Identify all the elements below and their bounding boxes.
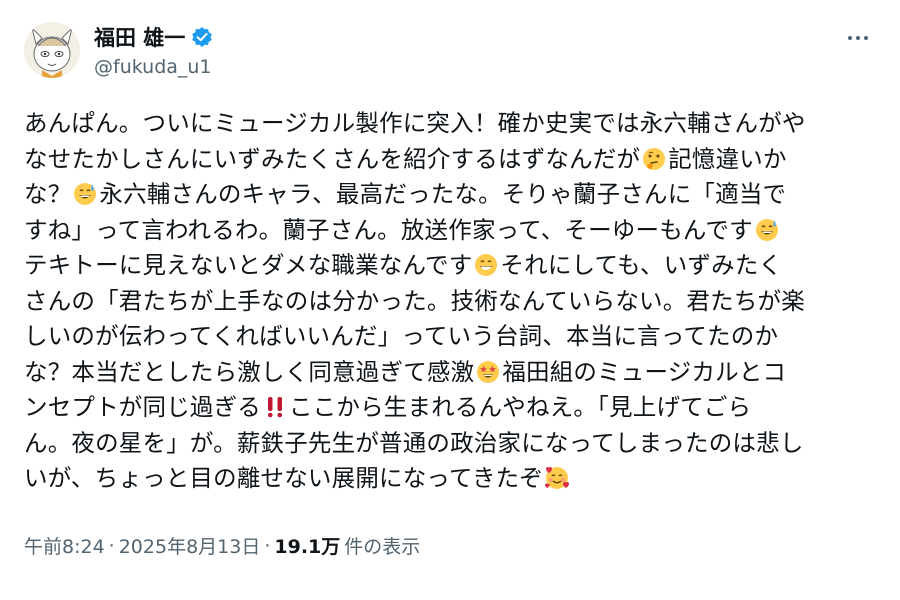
tweet-text-segment: 永六輔さんのキャラ、最高だったな。そりゃ蘭子さんに「適当で	[99, 180, 787, 208]
avatar[interactable]	[24, 22, 80, 78]
author-handle[interactable]: @fukuda_u1	[94, 56, 212, 78]
tweet-card: 福田 雄一 @fukuda_u1 あんぱん。ついにミュージカル製作に突入！確か史…	[0, 0, 900, 600]
tweet-time[interactable]: 午前8:24	[24, 532, 105, 559]
more-dot	[856, 36, 860, 40]
author-display-name[interactable]: 福田 雄一	[94, 22, 185, 52]
tweet-text-line: さんの「君たちが上手なのは分かった。技術なんていらない。君たちが楽	[24, 284, 884, 320]
meta-separator: ·	[108, 534, 115, 557]
tweet-text-segment: 福田組のミュージカルとコ	[502, 357, 787, 386]
tweet-date[interactable]: 2025年8月13日	[119, 532, 261, 559]
tweet-text: あんぱん。ついにミュージカル製作に突入！確か史実では永六輔さんがや なせたかしさん…	[24, 106, 884, 497]
beaming-face-icon	[473, 252, 499, 278]
tweet-text-line: ん。夜の星を」が。薪鉄子先生が普通の政治家になってしまったのは悲し	[24, 426, 884, 462]
tweet-text-segment: あんぱん。ついにミュージカル製作に突入！確か史実では永六輔さんがや	[24, 109, 806, 137]
tweet-text-segment: ここから生まれるんやねえ。「見上げてごら	[289, 393, 752, 421]
more-options-button[interactable]	[842, 22, 874, 54]
tweet-text-segment: すね」って言われるわ。蘭子さん。放送作家って、そーゆーもんです	[24, 215, 753, 244]
views-label: 件の表示	[344, 536, 421, 558]
more-horizontal-icon	[848, 36, 852, 40]
tweet-text-segment: な？	[24, 180, 72, 208]
tweet-text-line: テキトーに見えないとダメな職業なんです それにしても、いずみたく	[24, 248, 884, 284]
grinning-sweat-icon	[754, 217, 780, 243]
tweet-text-line: すね」って言われるわ。蘭子さん。放送作家って、そーゆーもんです	[24, 213, 884, 249]
tweet-text-segment: テキトーに見えないとダメな職業なんです	[24, 251, 473, 279]
double-exclamation-icon	[262, 394, 288, 420]
thinking-face-icon	[641, 146, 667, 172]
tweet-text-line: な？ 永六輔さんのキャラ、最高だったな。そりゃ蘭子さんに「適当で	[24, 177, 884, 213]
avatar-illustration	[24, 22, 80, 78]
tweet-text-line: な？本当だとしたら激しく同意過ぎて感激 福田組のミュージカルとコ	[24, 355, 884, 391]
tweet-text-segment: それにしても、いずみたく	[500, 251, 783, 279]
tweet-text-line: あんぱん。ついにミュージカル製作に突入！確か史実では永六輔さんがや	[24, 106, 884, 142]
meta-separator: ·	[264, 534, 271, 557]
tweet-text-segment: しいのが伝わってくればいいんだ」っていう台詞、本当に言ってたのか	[24, 322, 779, 350]
views-count: 19.1万	[274, 536, 341, 558]
tweet-text-line: しいのが伝わってくればいいんだ」っていう台詞、本当に言ってたのか	[24, 319, 884, 355]
verified-badge-icon	[192, 27, 213, 47]
smiling-hearts-icon	[544, 465, 570, 491]
tweet-text-segment: いが、ちょっと目の離せない展開になってきたぞ	[24, 464, 544, 492]
tweet-text-segment: な？本当だとしたら激しく同意過ぎて感激	[24, 357, 475, 386]
tweet-text-segment: さんの「君たちが上手なのは分かった。技術なんていらない。君たちが楽	[24, 286, 805, 315]
star-struck-icon	[475, 359, 501, 385]
tweet-text-segment: 記憶違いか	[668, 144, 787, 173]
tweet-text-line: ンセプトが同じ過ぎる ここから生まれるんやねえ。「見上げてごら	[24, 390, 884, 426]
grinning-sweat-icon	[72, 181, 98, 207]
tweet-text-segment: なせたかしさんにいずみたくさんを紹介するはずなんだが	[24, 144, 641, 173]
more-dot	[864, 36, 868, 40]
author-name-row: 福田 雄一	[94, 22, 213, 52]
tweet-text-segment: ん。夜の星を」が。薪鉄子先生が普通の政治家になってしまったのは悲し	[24, 428, 804, 457]
tweet-text-line: なせたかしさんにいずみたくさんを紹介するはずなんだが 記憶違いか	[24, 142, 884, 178]
tweet-text-segment: ンセプトが同じ過ぎる	[24, 393, 261, 421]
tweet-meta: 午前8:24 · 2025年8月13日 · 19.1万 件の表示	[24, 532, 420, 559]
tweet-text-line: いが、ちょっと目の離せない展開になってきたぞ	[24, 461, 884, 497]
